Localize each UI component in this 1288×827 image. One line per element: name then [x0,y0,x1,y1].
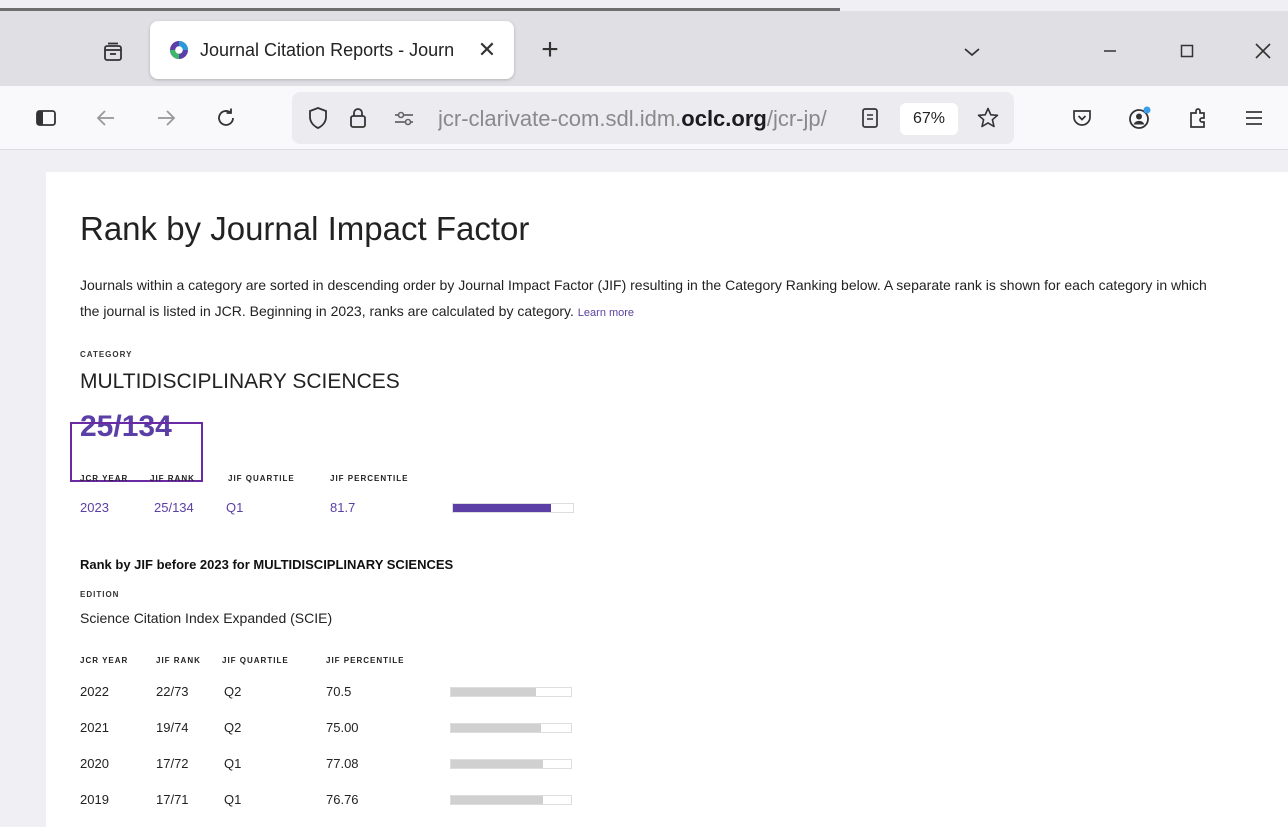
cell-percentile: 70.5 [326,684,352,699]
navigation-toolbar: jcr-clarivate-com.sdl.idm.oclc.org/jcr-j… [0,86,1288,150]
category-name: MULTIDISCIPLINARY SCIENCES [80,370,400,393]
cell-quartile: Q1 [226,500,244,515]
percentile-bar [450,687,572,697]
arrow-left-icon [96,110,114,126]
maximize-icon [1180,44,1194,58]
url-domain-bold: oclc.org [681,106,767,131]
pocket-button[interactable] [1064,100,1100,136]
cell-year: 2023 [80,500,109,515]
bookmark-star-button[interactable] [970,100,1006,136]
percentile-bar-fill [451,724,541,732]
header-jif-quartile: JIF QUARTILE [228,474,295,483]
page-content: Rank by Journal Impact Factor Journals w… [46,172,1288,827]
clarivate-favicon-icon [170,41,188,59]
new-tab-button[interactable]: + [530,33,570,69]
cell-quartile: Q1 [224,792,242,807]
close-window-button[interactable] [1238,33,1288,69]
app-menu-button[interactable] [1236,100,1272,136]
learn-more-link[interactable]: Learn more [578,307,634,319]
percentile-bar [450,723,572,733]
reader-view-button[interactable] [852,100,888,136]
header-jcr-year: JCR YEAR [80,474,129,483]
tab-strip: Journal Citation Reports - Journ ✕ + [0,11,1288,86]
percentile-bar [450,795,572,805]
percentile-bar-fill [453,504,552,512]
cell-percentile: 76.76 [326,792,359,807]
list-all-tabs-button[interactable] [96,35,130,69]
percentile-bar [452,503,574,513]
cell-rank: 25/134 [154,500,194,515]
permissions-icon [395,111,413,126]
header-jif-rank: JIF RANK [150,474,195,483]
permissions-button[interactable] [386,100,422,136]
forward-button[interactable] [148,100,184,136]
cell-quartile: Q2 [224,720,242,735]
header-jcr-year: JCR YEAR [80,656,129,665]
account-button[interactable] [1122,100,1158,136]
cell-quartile: Q1 [224,756,242,771]
url-path: /jcr-jp/ [766,106,827,131]
minimize-button[interactable] [1085,33,1135,69]
cell-percentile: 81.7 [330,500,356,515]
description-text: Journals within a category are sorted in… [80,277,1207,319]
tabs-dropdown-button[interactable] [952,35,992,69]
edition-name: Science Citation Index Expanded (SCIE) [80,610,333,626]
cell-percentile: 75.00 [326,720,359,735]
tracking-protection-button[interactable] [300,100,336,136]
highlight-box [70,422,203,482]
minimize-icon [1104,50,1116,52]
tab-list-icon [104,42,122,61]
account-icon [1129,106,1151,129]
site-security-button[interactable] [340,100,376,136]
cell-rank: 17/72 [156,756,189,771]
url-domain-prefix: jcr-clarivate-com.sdl.idm. [438,106,682,131]
page-description: Journals within a category are sorted in… [80,272,1220,326]
sidebar-toggle-button[interactable] [28,100,64,136]
close-icon [1255,43,1271,59]
tab-journal-citation-reports[interactable]: Journal Citation Reports - Journ ✕ [150,21,514,79]
maximize-button[interactable] [1162,33,1212,69]
percentile-bar-fill [451,760,544,768]
page-title: Rank by Journal Impact Factor [80,210,530,247]
hamburger-menu-icon [1246,111,1262,125]
url-text[interactable]: jcr-clarivate-com.sdl.idm.oclc.org/jcr-j… [438,105,834,133]
reload-button[interactable] [208,100,244,136]
percentile-bar-fill [451,796,544,804]
cell-quartile: Q2 [224,684,242,699]
puzzle-icon [1190,108,1205,128]
header-jif-rank: JIF RANK [156,656,201,665]
extensions-button[interactable] [1180,100,1216,136]
star-icon [977,107,999,128]
category-label: CATEGORY [80,350,133,359]
back-button[interactable] [88,100,124,136]
reload-icon [218,108,234,126]
cell-rank: 19/74 [156,720,189,735]
chevron-down-icon [964,48,980,57]
edition-label: EDITION [80,590,120,599]
sidebar-icon [36,110,56,126]
cell-rank: 22/73 [156,684,189,699]
tab-title: Journal Citation Reports - Journ [200,39,455,60]
lock-icon [350,108,366,128]
pocket-icon [1073,110,1091,126]
cell-rank: 17/71 [156,792,189,807]
cell-percentile: 77.08 [326,756,359,771]
reader-view-icon [862,108,878,128]
header-jif-percentile: JIF PERCENTILE [330,474,409,483]
shield-icon [309,107,327,129]
cell-year: 2019 [80,792,109,807]
zoom-level-button[interactable]: 67% [900,103,958,135]
cell-year: 2021 [80,720,109,735]
percentile-bar [450,759,572,769]
header-jif-percentile: JIF PERCENTILE [326,656,405,665]
cell-year: 2022 [80,684,109,699]
header-jif-quartile: JIF QUARTILE [222,656,289,665]
close-tab-icon[interactable]: ✕ [474,37,500,63]
arrow-right-icon [158,110,176,126]
history-section-title: Rank by JIF before 2023 for MULTIDISCIPL… [80,557,454,572]
address-bar[interactable]: jcr-clarivate-com.sdl.idm.oclc.org/jcr-j… [292,92,1014,144]
percentile-bar-fill [451,688,536,696]
cell-year: 2020 [80,756,109,771]
